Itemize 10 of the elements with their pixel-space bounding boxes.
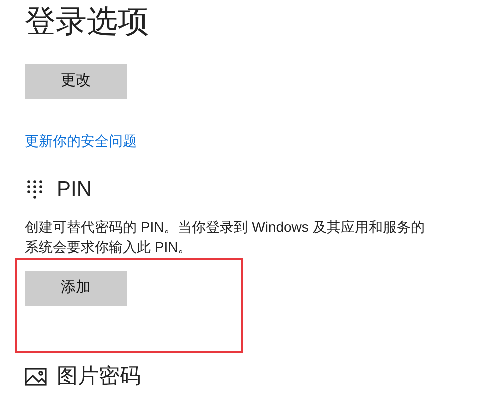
change-button[interactable]: 更改 [25, 64, 127, 99]
description-line: 创建可替代密码的 PIN。当你登录到 Windows 及其应用和服务的 [25, 218, 425, 237]
keypad-icon [27, 180, 43, 200]
picture-icon [25, 368, 47, 386]
security-questions-link[interactable]: 更新你的安全问题 [25, 131, 137, 151]
section-heading: PIN [57, 177, 92, 204]
description-line: 系统会要求你输入此 PIN。 [25, 238, 192, 257]
page-title: 登录选项 [25, 3, 150, 41]
add-button[interactable]: 添加 [25, 271, 127, 306]
section-heading: 图片密码 [57, 364, 141, 390]
